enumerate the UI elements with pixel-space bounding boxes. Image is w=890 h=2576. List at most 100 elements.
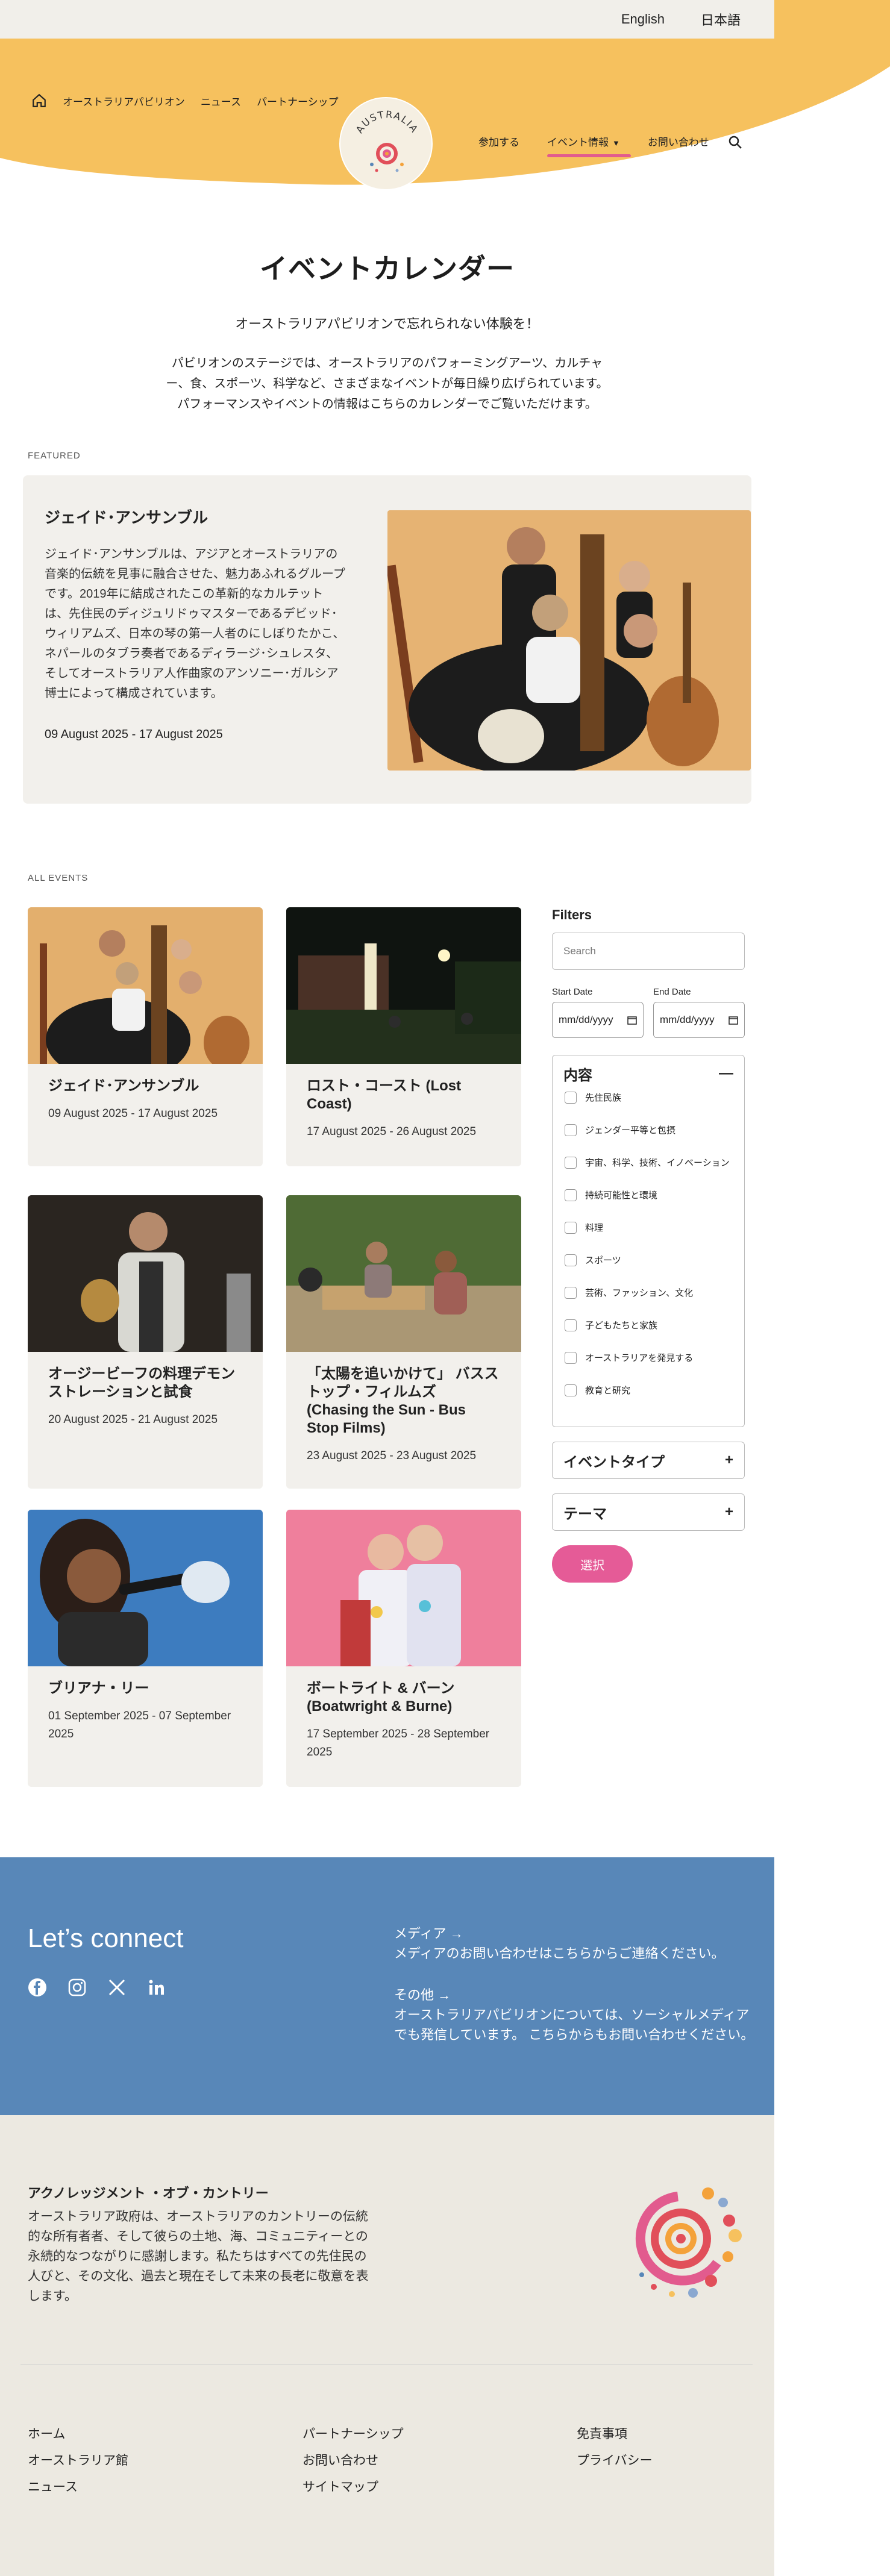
- checkbox[interactable]: [565, 1222, 577, 1234]
- footer-col-2: パートナーシップ お問い合わせ サイトマップ: [302, 2421, 404, 2501]
- filter-option-label: 先住民族: [585, 1093, 622, 1103]
- footer-link-home[interactable]: ホーム: [28, 2421, 128, 2448]
- filters-title: Filters: [552, 907, 592, 922]
- event-card[interactable]: オージービーフの料理デモンストレーションと試食 20 August 2025 - …: [28, 1195, 263, 1489]
- event-type-accordion[interactable]: イベントタイプ +: [552, 1442, 745, 1479]
- event-title: ブリアナ・リー: [48, 1680, 149, 1696]
- facebook-icon[interactable]: [28, 1978, 47, 1997]
- filters-panel: Filters Start Date mm/dd/yyyy End Date m…: [552, 907, 745, 1583]
- language-bar: English 日本語: [0, 0, 774, 39]
- event-date: 17 August 2025 - 26 August 2025: [307, 1125, 477, 1138]
- filter-option[interactable]: 持続可能性と環境: [553, 1189, 744, 1222]
- event-type-title: イベントタイプ: [563, 1454, 665, 1471]
- all-events-label: ALL EVENTS: [28, 873, 89, 883]
- checkbox[interactable]: [565, 1319, 577, 1331]
- calendar-icon: [729, 1016, 738, 1025]
- checkbox[interactable]: [565, 1189, 577, 1201]
- nav-left: オーストラリアパビリオン ニュース パートナーシップ: [31, 93, 339, 108]
- checkbox[interactable]: [565, 1254, 577, 1266]
- footer-link-privacy[interactable]: プライバシー: [577, 2448, 653, 2474]
- linkedin-icon[interactable]: [147, 1978, 166, 1997]
- event-type-accordion-header[interactable]: イベントタイプ +: [553, 1442, 744, 1478]
- theme-accordion-header[interactable]: テーマ +: [553, 1494, 744, 1530]
- featured-image: [387, 510, 751, 771]
- event-title: 「太陽を追いかけて」 バスストップ・フィルムズ (Chasing the Sun…: [307, 1366, 499, 1436]
- filter-option[interactable]: 教育と研究: [553, 1384, 744, 1417]
- footer-link-disclaimer[interactable]: 免責事項: [577, 2421, 653, 2448]
- event-image: [286, 1510, 521, 1666]
- media-link-title: メディア →: [394, 1926, 463, 1941]
- acknowledgement-footer: アクノレッジメント ・オブ・カントリー オーストラリア政府は、オーストラリアのカ…: [0, 2115, 774, 2576]
- media-link[interactable]: メディア → メディアのお問い合わせはこちらからご連絡ください。: [394, 1924, 756, 1963]
- featured-date: 09 August 2025 - 17 August 2025: [45, 728, 223, 741]
- checkbox[interactable]: [565, 1124, 577, 1136]
- featured-label: FEATURED: [28, 451, 81, 461]
- end-date-input[interactable]: mm/dd/yyyy: [653, 1002, 745, 1038]
- checkbox[interactable]: [565, 1352, 577, 1364]
- x-icon[interactable]: [107, 1978, 127, 1997]
- event-card[interactable]: ロスト・コースト (Lost Coast) 17 August 2025 - 26…: [286, 907, 521, 1166]
- filter-option[interactable]: ジェンダー平等と包摂: [553, 1124, 744, 1157]
- home-icon[interactable]: [31, 93, 47, 108]
- nav-link-pavilion[interactable]: オーストラリアパビリオン: [63, 93, 185, 108]
- event-date: 20 August 2025 - 21 August 2025: [48, 1413, 218, 1426]
- filter-option-label: 芸術、ファッション、文化: [585, 1288, 694, 1298]
- event-card[interactable]: ジェイド･アンサンブル 09 August 2025 - 17 August 20…: [28, 907, 263, 1166]
- featured-description: ジェイド･アンサンブルは、アジアとオーストラリアの音楽的伝統を見事に融合させた、…: [45, 548, 345, 700]
- checkbox[interactable]: [565, 1384, 577, 1396]
- filter-option-label: スポーツ: [585, 1255, 621, 1266]
- start-date-placeholder: mm/dd/yyyy: [559, 1014, 613, 1025]
- event-card[interactable]: 「太陽を追いかけて」 バスストップ・フィルムズ (Chasing the Sun…: [286, 1195, 521, 1489]
- footer-link-sitemap[interactable]: サイトマップ: [302, 2474, 404, 2501]
- event-image: [28, 1510, 263, 1666]
- theme-title: テーマ: [563, 1505, 607, 1522]
- content-accordion-header[interactable]: 内容 —: [553, 1055, 744, 1092]
- nav-link-news[interactable]: ニュース: [201, 93, 241, 108]
- filter-option[interactable]: 先住民族: [553, 1092, 744, 1124]
- calendar-icon: [627, 1016, 637, 1025]
- theme-accordion[interactable]: テーマ +: [552, 1493, 745, 1531]
- filter-search-input[interactable]: [552, 933, 745, 970]
- event-date: 09 August 2025 - 17 August 2025: [48, 1107, 218, 1120]
- intro-description: パビリオンのステージでは、オーストラリアのパフォーミングアーツ、カルチャー、食、…: [166, 357, 609, 411]
- event-title: ロスト・コースト (Lost Coast): [307, 1078, 462, 1112]
- other-link[interactable]: その他 → オーストラリアパビリオンについては、ソーシャルメディアでも発信していま…: [394, 1985, 756, 2045]
- filter-option[interactable]: 子どもたちと家族: [553, 1319, 744, 1352]
- lang-english[interactable]: English: [621, 11, 665, 27]
- checkbox[interactable]: [565, 1157, 577, 1169]
- connect-links: メディア → メディアのお問い合わせはこちらからご連絡ください。 その他 → オース…: [394, 1924, 756, 2045]
- event-card[interactable]: ボートライト & バーン (Boatwright & Burne) 17 Sept…: [286, 1510, 521, 1787]
- event-card[interactable]: ブリアナ・リー 01 September 2025 - 07 September …: [28, 1510, 263, 1787]
- filter-option[interactable]: スポーツ: [553, 1254, 744, 1287]
- select-button[interactable]: 選択: [552, 1545, 633, 1583]
- footer-link-contact[interactable]: お問い合わせ: [302, 2448, 404, 2474]
- footer-col-3: 免責事項 プライバシー: [577, 2421, 653, 2474]
- event-image: [286, 907, 521, 1064]
- filter-option[interactable]: オーストラリアを発見する: [553, 1352, 744, 1384]
- filter-option[interactable]: 芸術、ファッション、文化: [553, 1287, 744, 1319]
- events-section: ジェイド･アンサンブル 09 August 2025 - 17 August 20…: [0, 895, 774, 1811]
- checkbox[interactable]: [565, 1092, 577, 1104]
- nav-link-partnership[interactable]: パートナーシップ: [257, 93, 339, 108]
- ack-text: オーストラリア政府は、オーストラリアのカントリーの伝統的な所有者者、そして彼らの…: [28, 2210, 369, 2303]
- filter-option-label: ジェンダー平等と包摂: [585, 1125, 676, 1136]
- pavilion-mark-icon: [635, 2187, 742, 2298]
- featured-card[interactable]: ジェイド･アンサンブル ジェイド･アンサンブルは、アジアとオーストラリアの音楽的…: [23, 475, 751, 804]
- lang-japanese[interactable]: 日本語: [701, 10, 741, 29]
- filter-option-label: 教育と研究: [585, 1386, 631, 1396]
- date-range: Start Date mm/dd/yyyy End Date mm/dd/yyy…: [552, 987, 745, 1038]
- end-date-placeholder: mm/dd/yyyy: [660, 1014, 715, 1025]
- footer-link-partnership[interactable]: パートナーシップ: [302, 2421, 404, 2448]
- footer-link-news[interactable]: ニュース: [28, 2474, 128, 2501]
- start-date-input[interactable]: mm/dd/yyyy: [552, 1002, 644, 1038]
- featured-text: ジェイド･アンサンブル ジェイド･アンサンブルは、アジアとオーストラリアの音楽的…: [45, 505, 346, 742]
- filter-option[interactable]: 料理: [553, 1222, 744, 1254]
- event-date: 17 September 2025 - 28 September 2025: [307, 1728, 490, 1758]
- footer-link-pavilion[interactable]: オーストラリア館: [28, 2448, 128, 2474]
- checkbox[interactable]: [565, 1287, 577, 1299]
- filter-option[interactable]: 宇宙、科学、技術、イノベーション: [553, 1157, 744, 1189]
- footer-col-1: ホーム オーストラリア館 ニュース: [28, 2421, 128, 2501]
- instagram-icon[interactable]: [67, 1978, 87, 1997]
- page: English 日本語 オーストラリアパビリオン ニュース パートナーシップ A…: [0, 0, 890, 2576]
- social-links: [28, 1978, 166, 1997]
